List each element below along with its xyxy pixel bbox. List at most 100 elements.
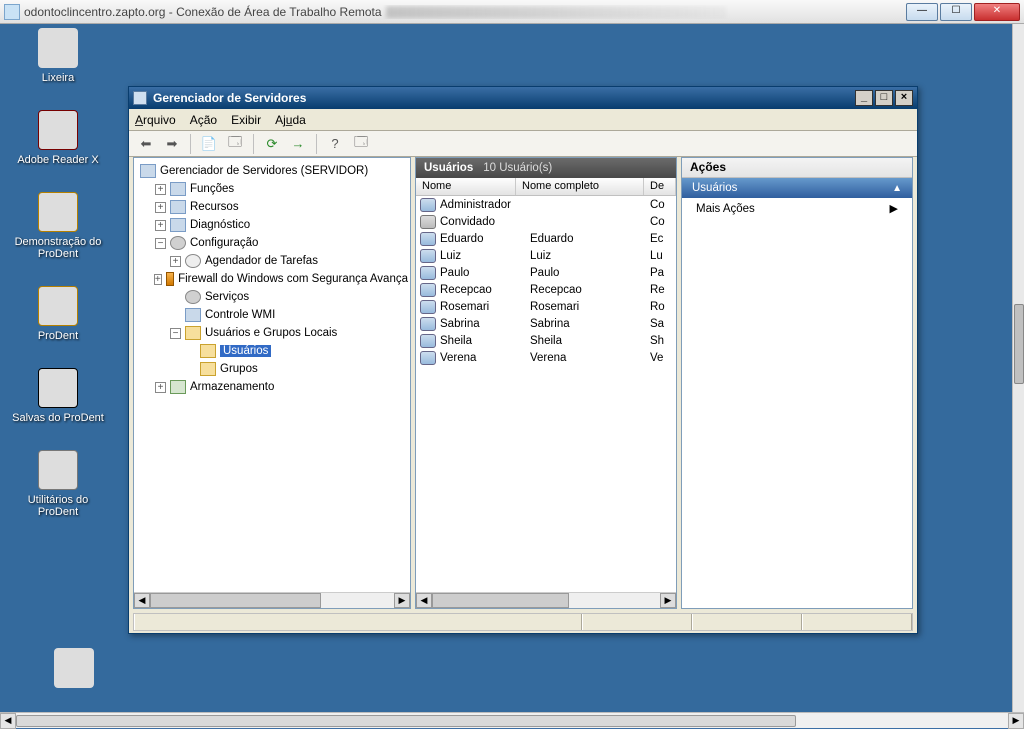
scheduler-icon	[185, 254, 201, 268]
user-row[interactable]: VerenaVerenaVe	[416, 349, 676, 366]
tree-wmi[interactable]: Controle WMI	[136, 306, 408, 324]
tree-servicos[interactable]: Serviços	[136, 288, 408, 306]
window-maximize-button[interactable]: □	[875, 90, 893, 106]
user-row[interactable]: EduardoEduardoEc	[416, 230, 676, 247]
tree-config[interactable]: −Configuração	[136, 234, 408, 252]
user-row[interactable]: SabrinaSabrinaSa	[416, 315, 676, 332]
menu-exibir[interactable]: Exibir	[231, 113, 261, 127]
tree-grupos[interactable]: Grupos	[136, 360, 408, 378]
refresh-button[interactable]: ⟳	[261, 133, 283, 155]
tree-recursos[interactable]: +Recursos	[136, 198, 408, 216]
expand-toggle[interactable]: +	[155, 184, 166, 195]
cell-desc: Ro	[650, 301, 670, 313]
user-row[interactable]: ConvidadoCo	[416, 213, 676, 230]
tree-firewall[interactable]: +Firewall do Windows com Segurança Avanç…	[136, 270, 408, 288]
actions-section[interactable]: Usuários▲	[682, 178, 912, 198]
desktop-icon[interactable]: Utilitários do ProDent	[8, 450, 108, 518]
desktop-icon-partial[interactable]	[24, 648, 124, 692]
user-row[interactable]: RosemariRosemariRo	[416, 298, 676, 315]
view-button[interactable]: 🗔	[350, 133, 372, 155]
tree-usergroups[interactable]: −Usuários e Grupos Locais	[136, 324, 408, 342]
tree-usuarios[interactable]: Usuários	[136, 342, 408, 360]
collapse-toggle[interactable]: −	[170, 328, 181, 339]
cell-desc: Co	[650, 199, 670, 211]
window-minimize-button[interactable]: _	[855, 90, 873, 106]
list-columns: Nome Nome completo De	[416, 178, 676, 196]
tree-diagnostico[interactable]: +Diagnóstico	[136, 216, 408, 234]
cell-fullname: Rosemari	[530, 301, 650, 313]
menu-acao[interactable]: Ação	[190, 113, 217, 127]
outer-hscrollbar[interactable]: ◀▶	[0, 712, 1024, 728]
maximize-button[interactable]: ☐	[940, 3, 972, 21]
nav-back-button[interactable]: ⬅	[135, 133, 157, 155]
tree-root[interactable]: Gerenciador de Servidores (SERVIDOR)	[136, 162, 408, 180]
server-manager-window: Gerenciador de Servidores _ □ × Arquivo …	[128, 86, 918, 634]
outer-vscrollbar[interactable]	[1012, 24, 1024, 712]
expand-toggle[interactable]: +	[170, 256, 181, 267]
rdp-title: odontoclincentro.zapto.org - Conexão de …	[24, 5, 904, 19]
up-button[interactable]: 📄	[198, 133, 220, 155]
column-name[interactable]: Nome	[416, 178, 516, 195]
list-hscrollbar[interactable]: ◀▶	[416, 592, 676, 608]
tree-armazen[interactable]: +Armazenamento	[136, 378, 408, 396]
chevron-up-icon: ▲	[892, 183, 902, 194]
cell-fullname: Eduardo	[530, 233, 650, 245]
tree-hscrollbar[interactable]: ◀▶	[134, 592, 410, 608]
column-desc[interactable]: De	[644, 178, 676, 195]
minimize-button[interactable]: —	[906, 3, 938, 21]
list-pane: Usuários 10 Usuário(s) Nome Nome complet…	[415, 157, 677, 609]
menu-arquivo[interactable]: Arquivo	[135, 113, 176, 127]
desktop-icon[interactable]: Lixeira	[8, 28, 108, 84]
server-icon	[140, 164, 156, 178]
desktop-icon[interactable]: Adobe Reader X	[8, 110, 108, 166]
close-button[interactable]: ✕	[974, 3, 1020, 21]
user-row[interactable]: SheilaSheilaSh	[416, 332, 676, 349]
tree-agendador[interactable]: +Agendador de Tarefas	[136, 252, 408, 270]
user-row[interactable]: LuizLuizLu	[416, 247, 676, 264]
tree[interactable]: Gerenciador de Servidores (SERVIDOR) +Fu…	[134, 158, 410, 592]
app-icon	[133, 91, 147, 105]
user-row[interactable]: PauloPauloPa	[416, 264, 676, 281]
expand-toggle[interactable]: +	[155, 382, 166, 393]
desktop-icon-graphic	[38, 110, 78, 150]
desktop-icon-label: Salvas do ProDent	[8, 412, 108, 424]
cell-desc: Lu	[650, 250, 670, 262]
column-fullname[interactable]: Nome completo	[516, 178, 644, 195]
menu-ajuda[interactable]: Ajuda	[275, 113, 306, 127]
list-rows[interactable]: AdministradorCoConvidadoCoEduardoEduardo…	[416, 196, 676, 592]
cell-name: Sabrina	[440, 318, 530, 330]
actions-more[interactable]: Mais Ações▶	[682, 198, 912, 219]
desktop-icon[interactable]: Salvas do ProDent	[8, 368, 108, 424]
window-close-button[interactable]: ×	[895, 90, 913, 106]
remote-desktop[interactable]: Lixeira Adobe Reader X Demonstração do Pro…	[0, 24, 1012, 712]
user-row[interactable]: RecepcaoRecepcaoRe	[416, 281, 676, 298]
desktop-icon-graphic	[38, 28, 78, 68]
desktop-icon[interactable]: Demonstração do ProDent	[8, 192, 108, 260]
expand-toggle[interactable]: +	[155, 220, 166, 231]
menu-bar: Arquivo Ação Exibir Ajuda	[129, 109, 917, 131]
user-row[interactable]: AdministradorCo	[416, 196, 676, 213]
user-icon	[420, 215, 436, 229]
window-titlebar[interactable]: Gerenciador de Servidores _ □ ×	[129, 87, 917, 109]
status-bar	[133, 613, 913, 631]
usergroups-icon	[185, 326, 201, 340]
list-header: Usuários 10 Usuário(s)	[416, 158, 676, 178]
desktop-icon[interactable]: ProDent	[8, 286, 108, 342]
properties-button[interactable]: 🗔	[224, 133, 246, 155]
cell-fullname: Recepcao	[530, 284, 650, 296]
help-button[interactable]: ?	[324, 133, 346, 155]
cell-desc: Ec	[650, 233, 670, 245]
features-icon	[170, 200, 186, 214]
export-button[interactable]: →	[287, 133, 309, 155]
firewall-icon	[166, 272, 174, 286]
chevron-right-icon: ▶	[890, 202, 898, 215]
tree-funcoes[interactable]: +Funções	[136, 180, 408, 198]
cell-name: Sheila	[440, 335, 530, 347]
collapse-toggle[interactable]: −	[155, 238, 166, 249]
expand-toggle[interactable]: +	[155, 202, 166, 213]
desktop-icon-label: Demonstração do ProDent	[8, 236, 108, 260]
user-icon	[420, 334, 436, 348]
rdp-icon	[4, 4, 20, 20]
expand-toggle[interactable]: +	[154, 274, 162, 285]
nav-forward-button[interactable]: ➡	[161, 133, 183, 155]
